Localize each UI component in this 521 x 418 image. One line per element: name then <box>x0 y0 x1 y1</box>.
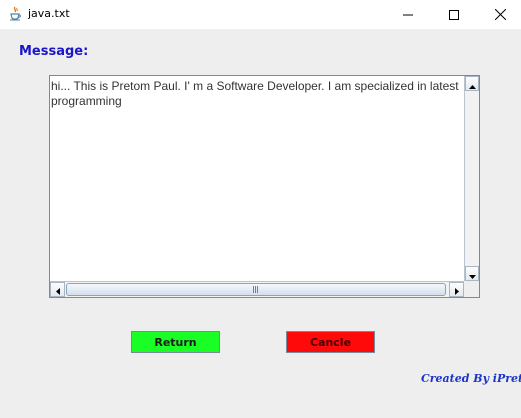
maximize-icon <box>449 5 459 24</box>
grip-icon <box>253 286 259 293</box>
arrow-left-icon <box>55 280 60 297</box>
message-line: programming <box>51 94 122 108</box>
return-button[interactable]: Return <box>131 331 220 353</box>
title-bar: java.txt <box>0 0 521 29</box>
message-label: Message: <box>19 44 89 59</box>
minimize-button[interactable] <box>385 0 431 29</box>
message-text-area[interactable]: hi... This is Pretom Paul. I' m a Softwa… <box>50 76 464 281</box>
arrow-right-icon <box>454 280 459 297</box>
close-icon <box>494 5 506 24</box>
window-title: java.txt <box>28 7 70 20</box>
message-text: hi... This is Pretom Paul. I' m a Softwa… <box>51 79 464 109</box>
message-scroll-pane: hi... This is Pretom Paul. I' m a Softwa… <box>49 75 480 298</box>
arrow-up-icon <box>468 76 476 93</box>
cancel-button[interactable]: Cancle <box>286 331 375 353</box>
scroll-up-button[interactable] <box>465 76 479 91</box>
java-cup-icon <box>8 6 23 21</box>
vertical-scrollbar[interactable] <box>464 76 479 281</box>
scroll-corner <box>464 281 479 297</box>
credit-text: Created By iPretom <box>421 372 521 385</box>
horizontal-scrollbar[interactable] <box>50 281 464 297</box>
message-line: hi... This is Pretom Paul. I' m a Softwa… <box>51 79 459 93</box>
scroll-right-button[interactable] <box>449 282 464 297</box>
close-button[interactable] <box>477 0 521 29</box>
minimize-icon <box>403 5 413 24</box>
scroll-down-button[interactable] <box>465 266 479 281</box>
scroll-left-button[interactable] <box>50 282 65 297</box>
horizontal-scroll-thumb[interactable] <box>66 283 446 296</box>
maximize-button[interactable] <box>431 0 477 29</box>
